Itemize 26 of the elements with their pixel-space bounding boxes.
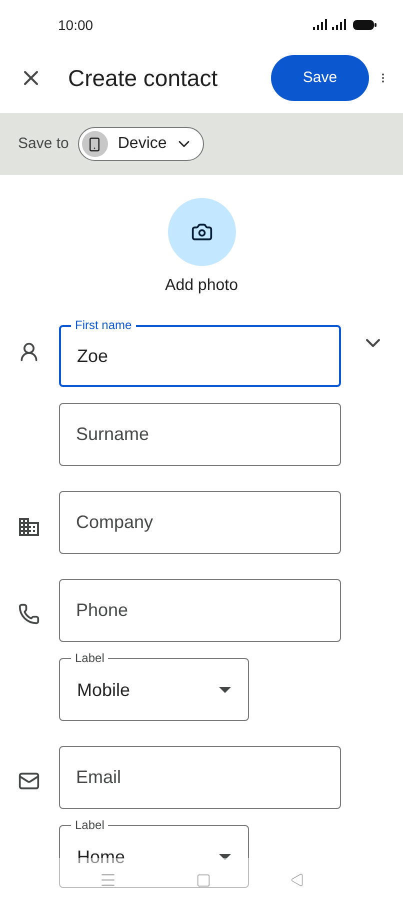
dropdown-value: Home [77,846,126,868]
dropdown-arrow-icon [219,686,231,692]
account-chip[interactable]: Device [78,127,204,161]
text-field[interactable]: Surname [59,403,341,466]
home-square-icon[interactable] [196,872,211,888]
signal-icon [332,19,346,30]
dropdown-arrow-icon [219,854,231,860]
save-button[interactable]: Save [271,55,369,101]
text-field[interactable]: Company [59,491,341,554]
phone-device-icon [82,131,108,157]
save-to-label: Save to [18,134,69,154]
camera-icon [190,221,212,243]
back-icon[interactable] [290,873,304,887]
text-field[interactable]: Email [59,746,341,809]
status-time: 10:00 [58,16,94,34]
add-photo-label: Add photo [165,276,238,296]
signal-icon [313,19,327,30]
page-title: Create contact [68,64,219,93]
person-icon [18,341,40,363]
text-field[interactable]: Phone [59,579,341,642]
mail-icon [18,770,40,792]
field-value: Zoe [77,344,108,368]
battery-icon [353,20,376,30]
dropdown-value: Mobile [77,678,130,700]
phone-icon [18,603,40,625]
building-icon [16,515,40,539]
